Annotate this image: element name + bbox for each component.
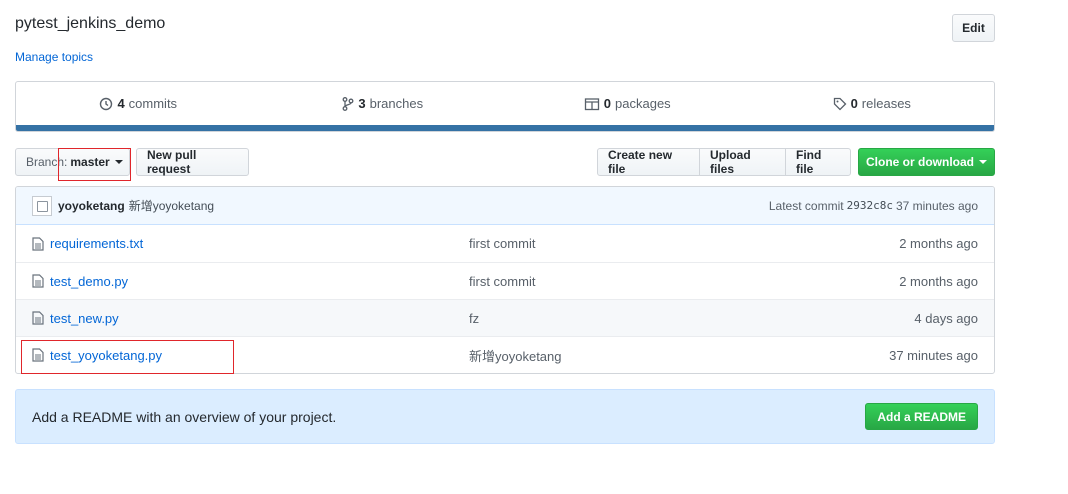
file-link[interactable]: test_yoyoketang.py — [32, 348, 469, 363]
file-commit-message[interactable]: 新增yoyoketang — [469, 346, 889, 365]
clone-or-download-button[interactable]: Clone or download — [858, 148, 995, 176]
avatar[interactable] — [32, 195, 52, 216]
file-link[interactable]: requirements.txt — [32, 236, 469, 251]
language-bar — [16, 125, 994, 131]
branches-label: branches — [369, 96, 424, 111]
file-age: 37 minutes ago — [889, 347, 978, 363]
latest-commit-prefix: Latest commit — [768, 198, 844, 213]
edit-button[interactable]: Edit — [952, 14, 995, 42]
dropdown-caret-icon — [979, 160, 987, 164]
readme-prompt: Add a README with an overview of your pr… — [15, 389, 995, 444]
dropdown-caret-icon — [114, 160, 123, 164]
file-link[interactable]: test_new.py — [32, 311, 469, 326]
history-icon — [100, 97, 113, 110]
file-age: 2 months ago — [899, 236, 978, 251]
releases-label: releases — [861, 96, 911, 111]
tag-icon — [833, 97, 846, 110]
package-icon — [584, 97, 599, 110]
new-pull-request-button[interactable]: New pull request — [136, 148, 249, 176]
file-icon — [32, 348, 44, 362]
table-row: test_demo.py first commit 2 months ago — [16, 262, 994, 299]
create-new-file-button[interactable]: Create new file — [597, 148, 700, 176]
file-icon — [32, 274, 44, 288]
branch-value: master — [70, 155, 110, 169]
packages-link[interactable]: 0 packages — [505, 96, 750, 111]
file-age: 2 months ago — [899, 273, 978, 289]
releases-link[interactable]: 0 releases — [750, 96, 995, 111]
commit-age: 37 minutes ago — [895, 198, 978, 213]
repo-summary: 4 commits 3 branches 0 packages 0 releas… — [15, 81, 995, 132]
add-readme-button[interactable]: Add a README — [865, 403, 978, 430]
file-commit-message[interactable]: fz — [469, 311, 914, 326]
packages-label: packages — [615, 96, 671, 111]
file-commit-message[interactable]: first commit — [469, 236, 899, 251]
file-name[interactable]: test_demo.py — [50, 274, 128, 289]
commits-link[interactable]: 4 commits — [16, 96, 261, 111]
upload-files-button[interactable]: Upload files — [699, 148, 786, 176]
releases-count: 0 — [850, 96, 858, 111]
commit-sha[interactable]: 2932c8c — [847, 199, 893, 212]
repo-description: pytest_jenkins_demo — [15, 15, 166, 32]
branch-icon — [342, 96, 354, 111]
file-name[interactable]: test_new.py — [50, 311, 119, 326]
file-name[interactable]: test_yoyoketang.py — [50, 348, 162, 363]
file-table: yoyoketang 新增yoyoketang Latest commit 29… — [15, 186, 995, 374]
file-list: requirements.txt first commit 2 months a… — [16, 225, 994, 373]
packages-count: 0 — [603, 96, 612, 111]
commits-label: commits — [128, 96, 178, 111]
commit-author[interactable]: yoyoketang — [58, 199, 125, 213]
file-icon — [32, 236, 44, 251]
branch-select-button[interactable]: Branch: master — [15, 148, 130, 176]
file-icon — [32, 311, 44, 325]
file-name[interactable]: requirements.txt — [50, 236, 143, 251]
commit-message[interactable]: 新增yoyoketang — [129, 197, 214, 214]
latest-commit-bar: yoyoketang 新增yoyoketang Latest commit 29… — [16, 187, 994, 225]
branches-link[interactable]: 3 branches — [261, 96, 506, 111]
file-actions-group: Create new file Upload files Find file — [597, 148, 851, 176]
file-commit-message[interactable]: first commit — [469, 274, 899, 289]
find-file-button[interactable]: Find file — [785, 148, 851, 176]
file-age: 4 days ago — [914, 310, 978, 326]
readme-prompt-text: Add a README with an overview of your pr… — [32, 408, 337, 425]
branches-count: 3 — [358, 96, 366, 111]
branch-label: Branch: — [26, 155, 68, 169]
table-row: test_yoyoketang.py 新增yoyoketang 37 minut… — [16, 336, 994, 373]
clone-or-download-label: Clone or download — [866, 155, 974, 169]
table-row: requirements.txt first commit 2 months a… — [16, 225, 994, 262]
manage-topics-link[interactable]: Manage topics — [15, 50, 93, 64]
file-link[interactable]: test_demo.py — [32, 274, 469, 289]
table-row: test_new.py fz 4 days ago — [16, 299, 994, 336]
commits-count: 4 — [117, 96, 125, 111]
